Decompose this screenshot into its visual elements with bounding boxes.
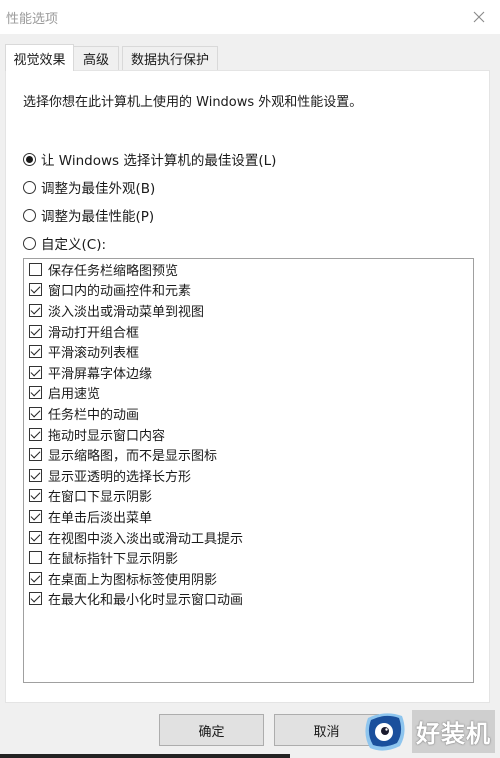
effect-label: 在视图中淡入淡出或滑动工具提示: [48, 531, 244, 547]
checkbox-checked[interactable]: [29, 303, 42, 317]
checkbox-checked[interactable]: [29, 592, 42, 606]
effect-label: 在鼠标指针下显示阴影: [48, 552, 179, 568]
checkbox-checked[interactable]: [29, 530, 42, 544]
effect-label: 拖动时显示窗口内容: [48, 428, 166, 444]
effect-list-item[interactable]: 在最大化和最小化时显示窗口动画: [24, 589, 473, 610]
checkbox-unchecked[interactable]: [29, 262, 42, 276]
effect-list-item[interactable]: 任务栏中的动画: [24, 403, 473, 424]
tab-data-execution-prevention[interactable]: 数据执行保护: [122, 46, 218, 70]
close-icon: [473, 11, 485, 23]
radio-label: 调整为最佳外观(B): [41, 181, 156, 197]
effect-label: 在窗口下显示阴影: [48, 490, 153, 506]
visual-effects-panel: 选择你想在此计算机上使用的 Windows 外观和性能设置。 让 Windows…: [5, 70, 490, 703]
effect-list-item[interactable]: 在单击后淡出菜单: [24, 506, 473, 527]
checkbox-checked[interactable]: [29, 324, 42, 338]
effect-list-item[interactable]: 平滑滚动列表框: [24, 341, 473, 362]
radio-let-windows-choose[interactable]: 让 Windows 选择计算机的最佳设置(L): [23, 149, 276, 169]
radio-custom[interactable]: 自定义(C):: [23, 233, 106, 253]
tab-label: 高级: [82, 53, 109, 68]
checkbox-checked[interactable]: [29, 406, 42, 420]
radio-button[interactable]: [23, 180, 36, 194]
checkbox-checked[interactable]: [29, 448, 42, 462]
effect-list-item[interactable]: 在视图中淡入淡出或滑动工具提示: [24, 527, 473, 548]
tab-visual-effects[interactable]: 视觉效果: [5, 44, 74, 71]
effect-list-item[interactable]: 窗口内的动画控件和元素: [24, 280, 473, 301]
effect-list-item[interactable]: 拖动时显示窗口内容: [24, 424, 473, 445]
checkbox-checked[interactable]: [29, 283, 42, 297]
effect-label: 保存任务栏缩略图预览: [48, 263, 179, 279]
taskbar-edge: [0, 754, 290, 758]
effect-list-item[interactable]: 滑动打开组合框: [24, 321, 473, 342]
effect-list-item[interactable]: 在窗口下显示阴影: [24, 486, 473, 507]
title-bar: 性能选项: [0, 0, 500, 34]
effect-list-item[interactable]: 显示缩略图，而不是显示图标: [24, 444, 473, 465]
checkbox-checked[interactable]: [29, 489, 42, 503]
effect-label: 在桌面上为图标标签使用阴影: [48, 572, 218, 588]
cancel-button[interactable]: 取消: [274, 714, 379, 746]
effect-list-item[interactable]: 在桌面上为图标标签使用阴影: [24, 568, 473, 589]
effect-label: 淡入淡出或滑动菜单到视图: [48, 304, 205, 320]
effect-label: 启用速览: [48, 387, 101, 403]
effect-label: 显示缩略图，而不是显示图标: [48, 449, 218, 465]
radio-best-appearance[interactable]: 调整为最佳外观(B): [23, 177, 155, 197]
description-text: 选择你想在此计算机上使用的 Windows 外观和性能设置。: [23, 95, 363, 110]
effect-label: 在最大化和最小化时显示窗口动画: [48, 593, 244, 609]
effect-list-item[interactable]: 显示亚透明的选择长方形: [24, 465, 473, 486]
checkbox-checked[interactable]: [29, 468, 42, 482]
checkbox-checked[interactable]: [29, 386, 42, 400]
radio-label: 让 Windows 选择计算机的最佳设置(L): [41, 153, 277, 169]
radio-best-performance[interactable]: 调整为最佳性能(P): [23, 205, 154, 225]
checkbox-checked[interactable]: [29, 427, 42, 441]
radio-label: 自定义(C):: [41, 237, 107, 253]
effect-label: 窗口内的动画控件和元素: [48, 284, 192, 300]
tab-label: 视觉效果: [13, 52, 66, 68]
close-button[interactable]: [464, 2, 494, 32]
checkbox-checked[interactable]: [29, 365, 42, 379]
effect-label: 滑动打开组合框: [48, 325, 140, 341]
effect-list-item[interactable]: 保存任务栏缩略图预览: [24, 259, 473, 280]
radio-label: 调整为最佳性能(P): [41, 209, 155, 225]
radio-button[interactable]: [23, 208, 36, 222]
effect-list-item[interactable]: 在鼠标指针下显示阴影: [24, 547, 473, 568]
checkbox-checked[interactable]: [29, 571, 42, 585]
tab-advanced[interactable]: 高级: [73, 46, 119, 70]
checkbox-checked[interactable]: [29, 509, 42, 523]
radio-button[interactable]: [23, 152, 36, 166]
watermark-text: 好装机: [412, 709, 495, 753]
checkbox-unchecked[interactable]: [29, 551, 42, 565]
window-title: 性能选项: [6, 12, 59, 27]
checkbox-checked[interactable]: [29, 345, 42, 359]
effect-label: 显示亚透明的选择长方形: [48, 469, 192, 485]
effect-list-item[interactable]: 淡入淡出或滑动菜单到视图: [24, 300, 473, 321]
tab-label: 数据执行保护: [130, 53, 209, 68]
tab-strip: 视觉效果 高级 数据执行保护: [0, 34, 500, 71]
effect-list-item[interactable]: 平滑屏幕字体边缘: [24, 362, 473, 383]
effects-listbox[interactable]: 保存任务栏缩略图预览 窗口内的动画控件和元素 淡入淡出或滑动菜单到视图 滑动打开组合框…: [23, 258, 474, 683]
ok-button[interactable]: 确定: [159, 714, 264, 746]
watermark: 好装机: [362, 704, 500, 758]
radio-button[interactable]: [23, 236, 36, 250]
effect-label: 在单击后淡出菜单: [48, 510, 153, 526]
effect-label: 任务栏中的动画: [48, 407, 140, 423]
effect-label: 平滑滚动列表框: [48, 346, 140, 362]
effect-label: 平滑屏幕字体边缘: [48, 366, 153, 382]
effect-list-item[interactable]: 启用速览: [24, 383, 473, 404]
